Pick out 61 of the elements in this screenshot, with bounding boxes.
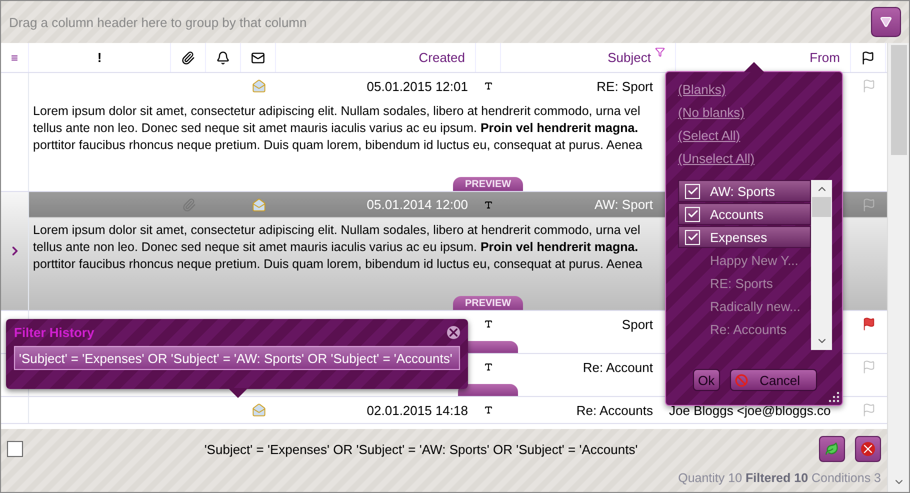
status-text: Quantity 10 Filtered 10 Conditions 3 bbox=[678, 471, 881, 485]
filter-item[interactable]: Radically new... bbox=[678, 295, 811, 317]
list-scrollbar[interactable] bbox=[811, 180, 832, 350]
column-header[interactable]: Subject bbox=[608, 50, 651, 65]
filter-item[interactable]: Re: Accounts bbox=[678, 318, 811, 340]
popup-pointer bbox=[744, 62, 764, 72]
filter-expression: 'Subject' = 'Expenses' OR 'Subject' = 'AW: Sports' OR 'Subject' = 'Accounts' bbox=[203, 442, 639, 456]
check-icon bbox=[686, 185, 698, 197]
triangle-down-icon bbox=[880, 16, 892, 28]
filter-item[interactable]: RE: Sports bbox=[678, 272, 811, 294]
subject-cell: Re: Account bbox=[582, 360, 653, 374]
popup-pointer bbox=[228, 388, 248, 398]
preview-tab[interactable]: PREVIEW bbox=[452, 296, 524, 310]
clear-filter-button[interactable] bbox=[855, 436, 881, 462]
envelope-icon bbox=[251, 50, 265, 64]
filter-link[interactable]: (Unselect All) bbox=[678, 147, 832, 170]
group-hint: Drag a column header here to group by that column bbox=[9, 14, 307, 30]
column-header[interactable]: Created bbox=[276, 43, 476, 72]
filter-item[interactable]: Happy New Y... bbox=[678, 249, 811, 271]
filter-icon[interactable] bbox=[655, 47, 665, 57]
prohibited-icon bbox=[734, 374, 748, 386]
bell-icon bbox=[216, 50, 230, 64]
subject-cell: Sport bbox=[622, 316, 653, 332]
from-cell: Joe Bloggs <joe@bloggs.co bbox=[669, 402, 831, 418]
scroll-thumb[interactable] bbox=[890, 45, 906, 155]
date-cell: 05.01.2014 12:00 bbox=[366, 197, 468, 212]
subject-cell: AW: Sport bbox=[594, 197, 653, 212]
resize-grip-icon[interactable] bbox=[829, 392, 839, 402]
paperclip-icon bbox=[181, 50, 195, 64]
filter-item[interactable]: Expenses bbox=[678, 226, 811, 248]
table-row[interactable]: 02.01.2015 14:18 Re: Accounts Joe Bloggs <joe@bloggs.co bbox=[1, 397, 887, 424]
filter-history-field[interactable]: 'Subject' = 'Expenses' OR 'Subject' = 'AW: Sports' OR 'Subject' = 'Accounts' bbox=[14, 346, 460, 370]
check-icon bbox=[686, 231, 698, 243]
preview-text: Lorem ipsum dolor sit amet, consectetur adipiscing elit. Nullam sodales, libero at hendrerit commodo, urna vel tellus ante non leo. Donec sed neque sit amet mauris iaculis varius ac eu ipsum. Proin vel hendrerit magna. porttitor faucibus rhoncus neque pretium. Duis quam lorem, bibendum id luctus eu, consequat at purus. Aenea bbox=[33, 222, 644, 273]
checkbox[interactable] bbox=[7, 441, 23, 457]
subject-cell: RE: Sport bbox=[596, 78, 653, 94]
filter-item[interactable]: Accounts bbox=[678, 203, 811, 225]
apply-filter-button[interactable] bbox=[819, 436, 845, 462]
ok-button[interactable]: Ok bbox=[692, 369, 720, 391]
leaf-icon bbox=[825, 442, 839, 456]
filter-item[interactable]: AW: Sports bbox=[678, 180, 811, 202]
date-cell: 05.01.2015 12:01 bbox=[366, 78, 468, 94]
cancel-button[interactable]: Cancel bbox=[730, 369, 818, 391]
subject-cell: Re: Accounts bbox=[576, 402, 653, 418]
column-header[interactable]: ! bbox=[97, 50, 102, 65]
scrollbar[interactable] bbox=[887, 43, 909, 492]
close-icon bbox=[861, 442, 875, 456]
preview-tab[interactable]: PREVIEW bbox=[452, 177, 524, 191]
filter-link[interactable]: (No blanks) bbox=[678, 101, 832, 124]
flag-icon bbox=[861, 50, 875, 64]
dropdown-button[interactable] bbox=[871, 7, 901, 37]
check-icon bbox=[686, 208, 698, 220]
date-cell: 02.01.2015 14:18 bbox=[366, 402, 468, 418]
close-icon[interactable] bbox=[447, 326, 460, 339]
scroll-thumb[interactable] bbox=[812, 197, 831, 217]
preview-tab[interactable] bbox=[458, 384, 518, 396]
flag-icon[interactable] bbox=[862, 317, 876, 331]
filter-link[interactable]: (Blanks) bbox=[678, 78, 832, 101]
filter-link[interactable]: (Select All) bbox=[678, 124, 832, 147]
filter-history-title: Filter History bbox=[14, 325, 94, 340]
preview-text: Lorem ipsum dolor sit amet, consectetur adipiscing elit. Nullam sodales, libero at hendrerit commodo, urna vel tellus ante non leo. Donec sed neque sit amet mauris iaculis varius ac eu ipsum. Proin vel hendrerit magna. porttitor faucibus rhoncus neque pretium. Duis quam lorem, bibendum id luctus eu, consequat at purus. Aenea bbox=[33, 103, 644, 154]
